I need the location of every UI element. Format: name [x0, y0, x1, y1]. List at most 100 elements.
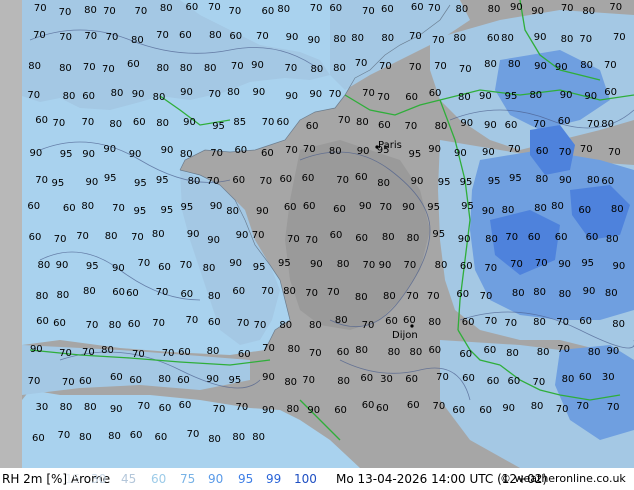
contour-label: 80: [612, 318, 625, 330]
contour-label: 90: [559, 174, 572, 186]
contour-label: 70: [256, 30, 269, 42]
contour-label: 90: [207, 234, 220, 246]
contour-label: 60: [178, 400, 192, 412]
contour-label: 70: [436, 372, 449, 384]
contour-label: 60: [329, 229, 343, 241]
contour-label: 70: [206, 176, 220, 188]
contour-label: 80: [104, 231, 118, 243]
contour-label: 70: [57, 429, 71, 441]
contour-label: 80: [206, 345, 220, 357]
contour-label: 80: [506, 348, 519, 360]
contour-label: 80: [511, 287, 525, 299]
contour-label: 70: [505, 231, 519, 243]
contour-label: 60: [601, 176, 615, 188]
contour-label: 95: [509, 172, 522, 184]
contour-label: 70: [426, 290, 440, 302]
contour-label: 70: [207, 2, 221, 14]
contour-label: 60: [178, 347, 191, 358]
contour-label: 60: [126, 288, 139, 300]
contour-label: 80: [355, 344, 368, 356]
contour-label: 80: [158, 374, 171, 386]
contour-label: 80: [82, 286, 96, 298]
contour-label: 70: [285, 144, 298, 156]
contour-label: 70: [137, 401, 151, 413]
contour-label: 80: [62, 90, 76, 102]
contour-label: 70: [354, 58, 368, 70]
contour-label: 80: [207, 290, 221, 302]
contour-label: 90: [131, 89, 145, 101]
contour-label: 95: [59, 149, 73, 161]
contour-label: 90: [559, 89, 573, 101]
contour-label: 60: [402, 315, 416, 327]
contour-label: 80: [202, 262, 216, 274]
contour-label: 80: [501, 33, 514, 45]
contour-label: 80: [156, 117, 169, 129]
contour-label: 60: [428, 345, 442, 357]
contour-label: 90: [481, 147, 495, 159]
contour-label: 60: [578, 372, 592, 383]
contour-label: 70: [85, 319, 99, 331]
contour-label: 60: [459, 348, 473, 360]
contour-label: 70: [560, 2, 574, 14]
legend-level-75: 75: [180, 472, 196, 486]
contour-label: 60: [405, 374, 419, 386]
contour-label: 70: [52, 117, 66, 129]
contour-label: 90: [510, 2, 523, 14]
legend-level-15: 15: [65, 472, 81, 486]
contour-label: 90: [310, 259, 323, 271]
contour-label: 90: [261, 405, 275, 417]
contour-label: 70: [137, 258, 151, 270]
contour-label: 70: [253, 319, 267, 331]
contour-label: 70: [362, 259, 376, 271]
contour-label: 70: [156, 29, 169, 41]
contour-label: 60: [378, 120, 391, 132]
contour-label: 60: [305, 120, 319, 132]
contour-label: 70: [579, 34, 593, 46]
contour-label: 80: [387, 346, 401, 358]
contour-label: 70: [408, 62, 422, 74]
contour-label: 80: [406, 232, 420, 244]
contour-label: 70: [59, 347, 72, 359]
contour-label: 70: [81, 117, 95, 129]
contour-label: 70: [558, 147, 572, 159]
contour-label: 60: [232, 286, 246, 298]
contour-label: 60: [27, 201, 41, 213]
contour-label: 60: [301, 172, 315, 184]
contour-label: 70: [510, 259, 523, 271]
contour-label: 60: [232, 175, 246, 187]
contour-label: 70: [305, 234, 318, 246]
contour-label: 95: [432, 229, 446, 241]
contour-label: 95: [459, 176, 473, 188]
contour-label: 95: [51, 177, 65, 189]
contour-label: 70: [134, 5, 148, 17]
contour-label: 80: [84, 5, 97, 17]
contour-label: 70: [484, 263, 498, 275]
contour-label: 80: [227, 87, 240, 99]
contour-label: 70: [479, 290, 493, 302]
legend-bar: RH 2m [%] Arome 15 30 45 60 75 90 95 99 …: [0, 468, 634, 490]
contour-label: 60: [486, 375, 500, 387]
contour-label: 90: [285, 90, 298, 102]
contour-label: 60: [355, 232, 369, 244]
contour-label: 70: [81, 347, 95, 359]
contour-label: 80: [409, 347, 423, 359]
contour-label: 80: [434, 260, 448, 272]
contour-label: 60: [234, 144, 248, 156]
contour-label: 70: [186, 429, 200, 441]
contour-label: 60: [112, 286, 126, 298]
contour-label: 80: [252, 431, 265, 443]
contour-label: 80: [533, 287, 546, 299]
contour-label: 90: [251, 59, 264, 71]
contour-label: 30: [35, 401, 49, 413]
contour-label: 90: [262, 371, 275, 383]
contour-label: 80: [81, 200, 95, 212]
contour-label: 80: [587, 346, 601, 358]
contour-label: 70: [155, 286, 169, 298]
contour-label: 70: [379, 61, 392, 73]
contour-label: 90: [206, 373, 219, 385]
contour-label: 60: [336, 346, 350, 358]
contour-label: 60: [129, 374, 142, 386]
contour-label: 90: [285, 32, 299, 44]
contour-label: 90: [82, 148, 96, 160]
contour-label: 90: [460, 117, 474, 129]
